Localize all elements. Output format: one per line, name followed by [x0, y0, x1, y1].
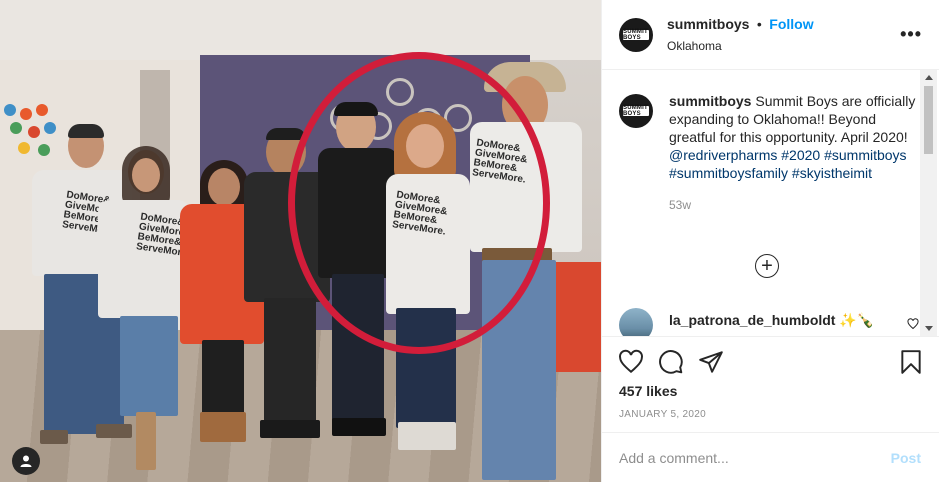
location-link[interactable]: Oklahoma: [667, 39, 814, 53]
header-text: summitboys • Follow Oklahoma: [667, 16, 814, 53]
mention-link[interactable]: @redriverpharms: [669, 147, 777, 163]
comment-username[interactable]: la_patrona_de_humboldt: [669, 312, 835, 328]
heart-icon[interactable]: [618, 349, 644, 375]
avatar-logo-text: SUMMIT BOYS: [623, 28, 648, 41]
header-separator: •: [756, 16, 762, 32]
profile-avatar[interactable]: SUMMIT BOYS: [619, 17, 653, 52]
comment-icon[interactable]: [658, 349, 684, 375]
caption: SUMMIT BOYS summitboys Summit Boys are o…: [619, 92, 919, 214]
avatar-logo: SUMMIT BOYS: [623, 28, 649, 41]
comment-text: la_patrona_de_humboldt ✨🍾: [669, 312, 874, 329]
post-photo[interactable]: DoMore& GiveMore& BeMore& ServeMore. DoM…: [0, 0, 601, 482]
post-comment-button[interactable]: Post: [891, 450, 921, 466]
comments-scrollbar[interactable]: [920, 70, 937, 336]
post-header: SUMMIT BOYS summitboys • Follow Oklahoma…: [602, 0, 939, 70]
caption-avatar[interactable]: SUMMIT BOYS: [619, 94, 653, 128]
post-actions: 457 likes JANUARY 5, 2020: [602, 336, 939, 432]
scroll-thumb[interactable]: [924, 86, 933, 154]
caption-time: 53w: [669, 198, 692, 212]
avatar-logo: SUMMIT BOYS: [623, 105, 649, 117]
comment-input[interactable]: [619, 449, 891, 466]
follow-button[interactable]: Follow: [769, 16, 813, 32]
scroll-up-arrow[interactable]: [925, 75, 933, 80]
comment-heart-icon[interactable]: [907, 318, 919, 333]
hashtag-link[interactable]: #summitboysfamily: [669, 165, 788, 181]
hashtag-link[interactable]: #skyistheimit: [792, 165, 872, 181]
hashtag-link[interactable]: #summitboys: [824, 147, 906, 163]
bookmark-icon[interactable]: [898, 349, 924, 375]
add-comment-bar: Post: [602, 432, 939, 482]
likes-count[interactable]: 457 likes: [619, 383, 677, 399]
highlight-circle: [288, 52, 550, 354]
ceiling: [0, 0, 601, 60]
caption-text: summitboys Summit Boys are officially ex…: [669, 92, 919, 214]
comment-emoji: ✨🍾: [839, 312, 875, 328]
avatar-logo-text: SUMMIT BOYS: [623, 105, 648, 117]
person-icon: [20, 455, 32, 467]
post-side-panel: SUMMIT BOYS summitboys • Follow Oklahoma…: [601, 0, 939, 482]
share-icon[interactable]: [698, 349, 724, 375]
header-username[interactable]: summitboys: [667, 16, 749, 32]
post-date: JANUARY 5, 2020: [619, 409, 706, 420]
scroll-down-arrow[interactable]: [925, 326, 933, 331]
comment-item: la_patrona_de_humboldt ✨🍾: [619, 308, 919, 336]
comments-area[interactable]: SUMMIT BOYS summitboys Summit Boys are o…: [602, 70, 939, 336]
more-options-icon[interactable]: •••: [900, 24, 922, 45]
caption-username[interactable]: summitboys: [669, 93, 751, 109]
comment-avatar[interactable]: [619, 308, 653, 336]
plus-circle-icon[interactable]: +: [755, 254, 779, 278]
hashtag-link[interactable]: #2020: [781, 147, 820, 163]
user-tag-icon[interactable]: [12, 447, 40, 475]
